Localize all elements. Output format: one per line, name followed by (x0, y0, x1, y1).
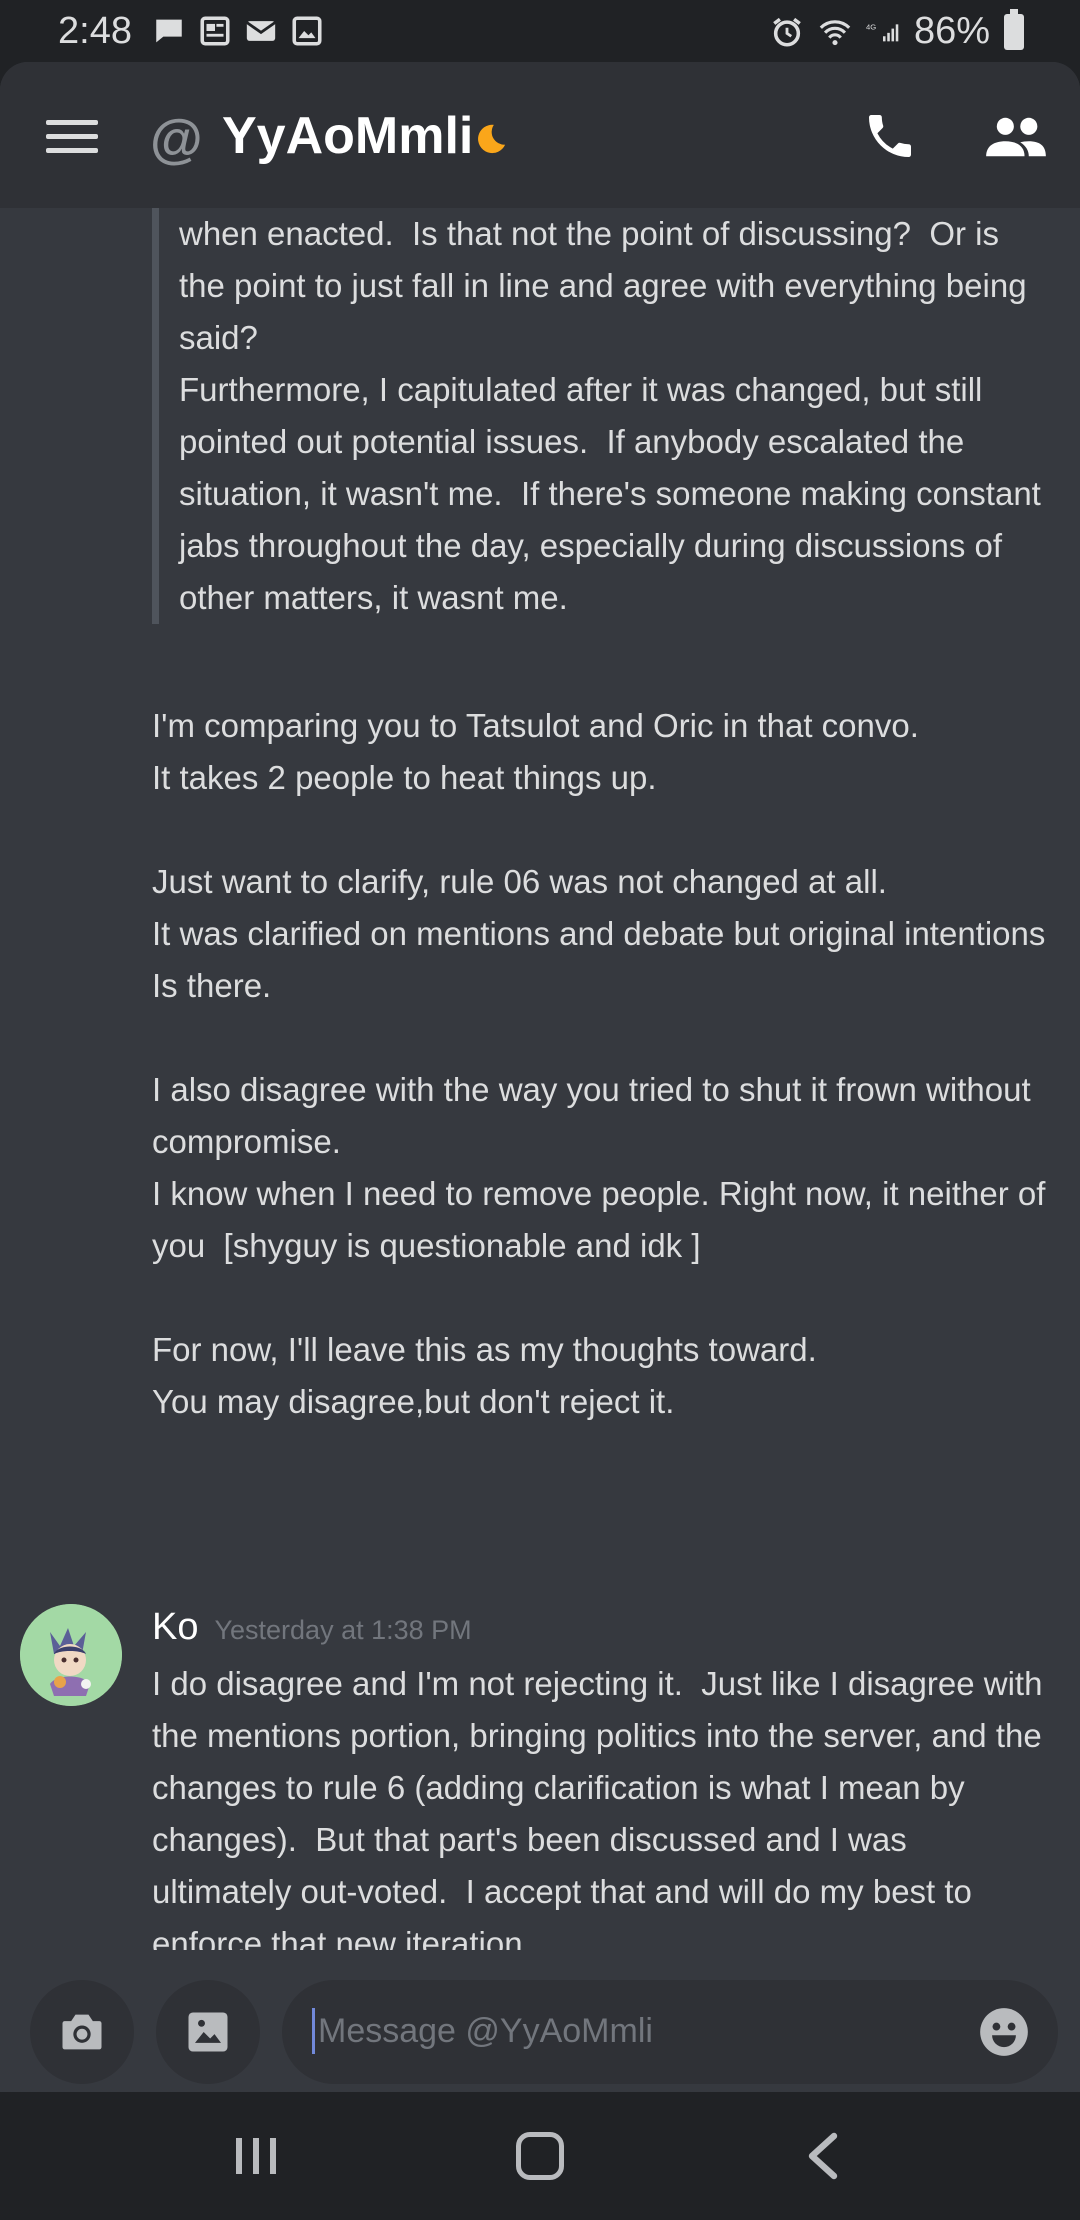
app-frame: @ YyAoMmli when enacted. Is that not the… (0, 62, 1080, 2092)
recent-apps-icon[interactable] (234, 2136, 278, 2176)
channel-name[interactable]: YyAoMmli (222, 106, 473, 166)
network-label: 4G (866, 22, 876, 31)
quote-line: Furthermore, I capitulated after it was … (179, 371, 1051, 616)
message-timestamp: Yesterday at 1:38 PM (214, 1615, 472, 1645)
phone-icon[interactable] (862, 108, 918, 164)
battery-percent: 86% (913, 10, 990, 52)
message-placeholder: Message @YyAoMmli (318, 2012, 653, 2050)
message-icon (156, 19, 182, 43)
news-icon (200, 16, 230, 46)
camera-button[interactable] (30, 1980, 134, 2084)
members-icon[interactable] (984, 112, 1048, 162)
camera-icon (62, 2014, 102, 2050)
block-quote: when enacted. Is that not the point of d… (152, 208, 1052, 624)
notification-icons (152, 14, 324, 48)
avatar-image (20, 1604, 122, 1706)
message-list[interactable]: when enacted. Is that not the point of d… (0, 208, 1080, 2066)
message-header: Ko Yesterday at 1:38 PM (152, 1606, 472, 1649)
navigation-bar (0, 2092, 1080, 2220)
mail-icon (246, 21, 276, 41)
message-composer: Message @YyAoMmli (0, 1950, 1080, 2092)
home-icon[interactable] (516, 2132, 564, 2180)
gallery-button[interactable] (156, 1980, 260, 2084)
status-bar: 2:48 4G 86% (0, 0, 1080, 62)
avatar[interactable] (20, 1604, 122, 1706)
author-name[interactable]: Ko (152, 1606, 198, 1649)
system-indicators: 4G 86% (770, 8, 1024, 53)
dm-at-icon: @ (150, 109, 203, 169)
back-icon[interactable] (804, 2132, 844, 2180)
menu-icon[interactable] (46, 120, 98, 154)
alarm-icon (773, 17, 801, 47)
gallery-icon (188, 2012, 228, 2052)
message-content: I'm comparing you to Tatsulot and Oric i… (152, 700, 1052, 1428)
status-time: 2:48 (58, 10, 132, 52)
moon-icon (478, 124, 506, 154)
quote-line: when enacted. Is that not the point of d… (179, 215, 1036, 356)
emoji-icon[interactable] (978, 2006, 1030, 2058)
signal-icon: 4G (866, 22, 899, 41)
message-text: I'm comparing you to Tatsulot and Oric i… (152, 707, 1046, 1420)
image-icon (292, 16, 322, 46)
wifi-icon (819, 19, 851, 45)
channel-header: @ YyAoMmli (0, 62, 1080, 208)
battery-icon (1004, 8, 1024, 50)
text-cursor (312, 2008, 315, 2054)
message-input[interactable]: Message @YyAoMmli (282, 1980, 1058, 2084)
